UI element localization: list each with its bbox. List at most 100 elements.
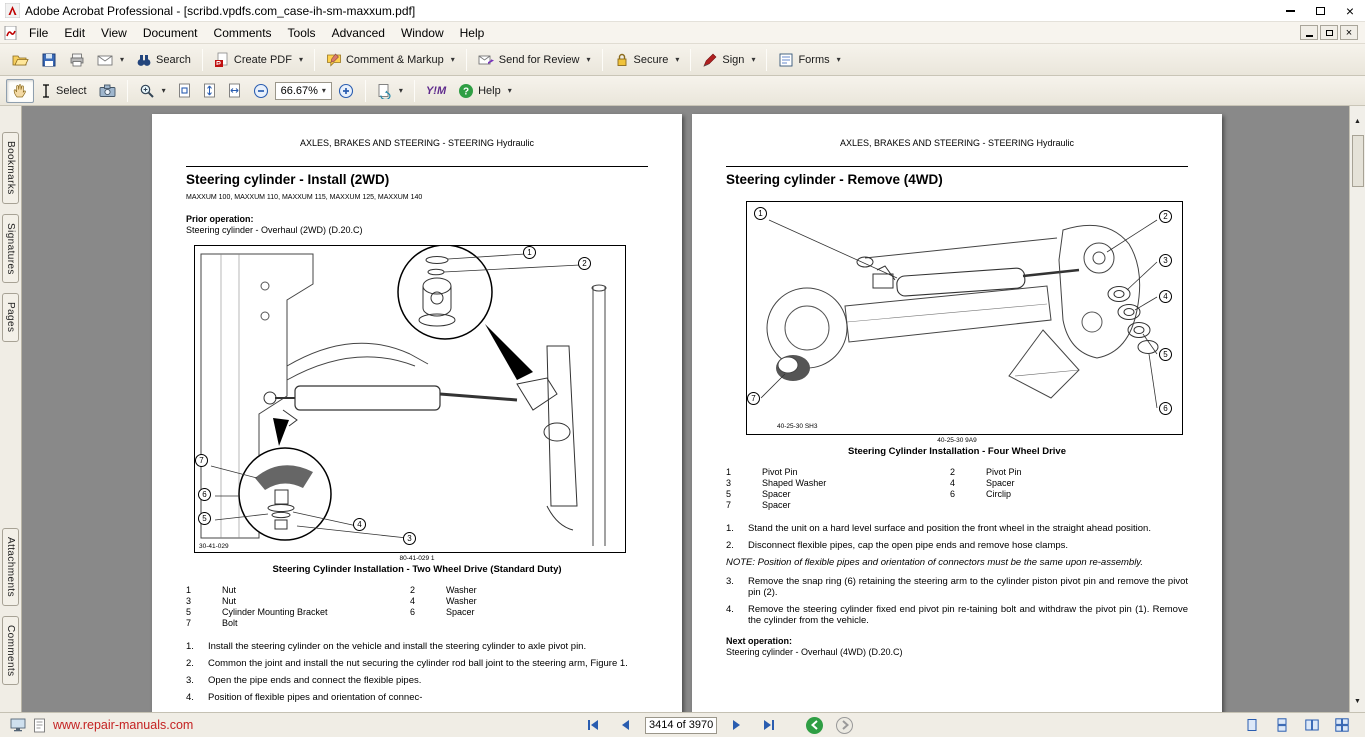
doc-minimize-button[interactable] [1300, 25, 1318, 40]
email-button[interactable] [91, 49, 130, 71]
step-number: 4. [726, 604, 748, 626]
search-button[interactable]: Search [130, 48, 197, 72]
secure-button[interactable]: Secure [608, 48, 686, 72]
select-label: Select [56, 85, 87, 97]
facing-view-button[interactable] [1299, 714, 1325, 736]
repair-manuals-link[interactable]: www.repair-manuals.com [53, 718, 193, 732]
previous-page-button[interactable] [612, 713, 640, 737]
callout-3: 3 [403, 532, 416, 545]
menu-view[interactable]: View [93, 24, 135, 42]
page-display-button[interactable] [371, 79, 409, 103]
maximize-button[interactable] [1305, 0, 1335, 21]
save-floppy-icon [41, 52, 57, 68]
zoom-in-button[interactable] [332, 79, 360, 103]
title-rule [726, 166, 1188, 167]
part-number: 3 [726, 478, 750, 489]
part-number: 5 [186, 607, 210, 618]
separator [466, 49, 467, 71]
page-navigation [579, 713, 853, 737]
snapshot-tool-button[interactable] [93, 79, 122, 102]
scroll-down-arrow[interactable] [1354, 686, 1361, 712]
part-name: Spacer [762, 489, 938, 500]
single-page-view-button[interactable] [1239, 714, 1265, 736]
callout-7: 7 [195, 454, 208, 467]
yahoo-messenger-icon: Y!M [426, 85, 446, 97]
search-binoculars-icon [136, 52, 152, 68]
tab-attachments[interactable]: Attachments [2, 528, 19, 606]
yim-button[interactable]: Y!M [420, 81, 452, 101]
tab-signatures[interactable]: Signatures [2, 214, 19, 284]
menu-file[interactable]: File [21, 24, 56, 42]
next-page-button[interactable] [722, 713, 750, 737]
save-button[interactable] [35, 48, 63, 72]
part-number: 1 [186, 585, 210, 596]
callout-6: 6 [198, 488, 211, 501]
menu-tools[interactable]: Tools [280, 24, 324, 42]
send-for-review-button[interactable]: Send for Review [472, 48, 597, 71]
doc-restore-button[interactable] [1320, 25, 1338, 40]
fit-width-button[interactable] [222, 79, 247, 102]
tab-bookmarks[interactable]: Bookmarks [2, 132, 19, 204]
menu-document[interactable]: Document [135, 24, 206, 42]
print-button[interactable] [63, 48, 91, 72]
step: 1.Stand the unit on a hard level surface… [726, 523, 1188, 534]
open-folder-icon [12, 52, 29, 68]
help-button[interactable]: ? Help [452, 79, 518, 103]
menu-advanced[interactable]: Advanced [324, 24, 393, 42]
vertical-scrollbar[interactable] [1349, 106, 1365, 712]
comment-bubble-icon [326, 52, 342, 68]
fit-page-button[interactable] [197, 79, 222, 102]
tab-pages[interactable]: Pages [2, 293, 19, 341]
menu-help[interactable]: Help [452, 24, 493, 42]
minimize-button[interactable] [1275, 0, 1305, 21]
menu-window[interactable]: Window [393, 24, 452, 42]
desktop-icon [10, 718, 26, 732]
page-number-input[interactable] [645, 717, 717, 734]
first-page-button[interactable] [579, 713, 607, 737]
scrollbar-thumb[interactable] [1352, 135, 1364, 187]
part-number: 2 [410, 585, 434, 596]
actual-size-button[interactable] [172, 79, 197, 102]
select-tool-button[interactable]: Select [34, 79, 93, 103]
zoom-tool-button[interactable] [133, 79, 172, 103]
continuous-view-button[interactable] [1269, 714, 1295, 736]
create-pdf-button[interactable]: Create PDF [208, 48, 309, 72]
continuous-facing-view-button[interactable] [1329, 714, 1355, 736]
zoom-level-combo[interactable]: 66.67% [275, 82, 332, 100]
tab-comments[interactable]: Comments [2, 616, 19, 686]
step-text: Remove the steering cylinder fixed end p… [748, 604, 1188, 626]
open-button[interactable] [6, 48, 35, 72]
scroll-up-arrow[interactable] [1354, 106, 1361, 132]
part-name: Shaped Washer [762, 478, 938, 489]
comment-markup-label: Comment & Markup [346, 54, 444, 66]
doc-close-button[interactable] [1340, 25, 1358, 40]
menu-edit[interactable]: Edit [56, 24, 93, 42]
next-view-button[interactable] [836, 717, 853, 734]
comment-markup-button[interactable]: Comment & Markup [320, 48, 461, 72]
menu-comments[interactable]: Comments [206, 24, 280, 42]
next-operation-value: Steering cylinder - Overhaul (4WD) (D.20… [726, 647, 1188, 657]
document-view[interactable]: AXLES, BRAKES AND STEERING - STEERING Hy… [22, 106, 1349, 712]
running-header: AXLES, BRAKES AND STEERING - STEERING Hy… [186, 114, 648, 148]
page-layout-buttons [1239, 714, 1355, 736]
zoom-out-button[interactable] [247, 79, 275, 103]
pdf-page-left: AXLES, BRAKES AND STEERING - STEERING Hy… [152, 114, 682, 712]
statusbar-left: www.repair-manuals.com [10, 718, 193, 733]
create-pdf-label: Create PDF [234, 54, 292, 66]
forms-button[interactable]: Forms [772, 48, 846, 72]
model-list: MAXXUM 100, MAXXUM 110, MAXXUM 115, MAXX… [186, 194, 648, 201]
part-name: Cylinder Mounting Bracket [222, 607, 398, 618]
previous-view-button[interactable] [806, 717, 823, 734]
last-page-button[interactable] [755, 713, 783, 737]
step-number: 3. [186, 675, 208, 686]
forms-label: Forms [798, 54, 829, 66]
close-button[interactable] [1335, 0, 1365, 21]
step-text: Install the steering cylinder on the veh… [208, 641, 648, 652]
running-header: AXLES, BRAKES AND STEERING - STEERING Hy… [726, 114, 1188, 148]
hand-tool-button[interactable] [6, 79, 34, 103]
last-page-icon [761, 717, 777, 733]
sign-button[interactable]: Sign [696, 48, 761, 72]
sign-pen-icon [702, 52, 718, 68]
document-window-controls [1300, 25, 1358, 40]
acrobat-window: Adobe Acrobat Professional - [scribd.vpd… [0, 0, 1365, 737]
